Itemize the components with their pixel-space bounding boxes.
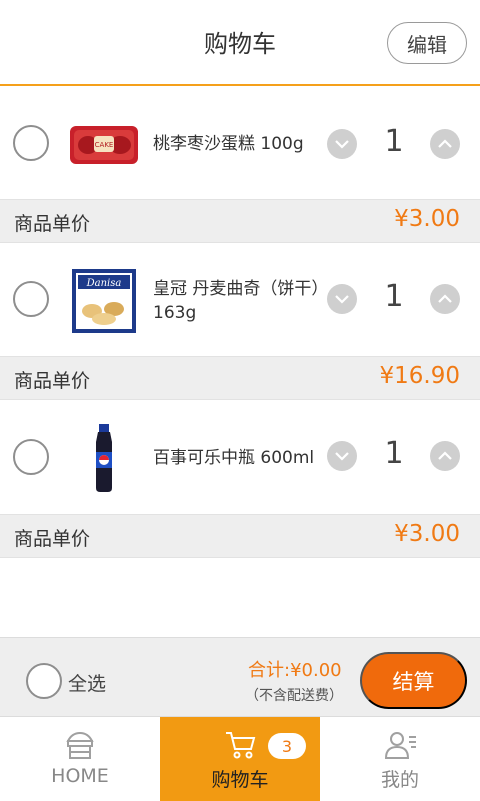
chevron-up-icon [438,451,452,460]
increase-quantity-button[interactable] [430,441,460,471]
decrease-quantity-button[interactable] [327,129,357,159]
tab-home-label: HOME [51,765,109,787]
danisa-cookie-tin-image: Danisa [68,265,140,337]
cart-item: 百事可乐中瓶 600ml 1 [0,400,480,512]
cake-product-image: CAKE [68,108,140,180]
quantity-value: 1 [384,124,404,159]
checkout-button[interactable]: 结算 [360,652,467,709]
increase-quantity-button[interactable] [430,284,460,314]
chevron-down-icon [335,140,349,149]
unit-price-value: ¥3.00 [394,206,460,232]
decrease-quantity-button[interactable] [327,284,357,314]
select-all-radio[interactable] [26,663,62,699]
unit-price-value: ¥16.90 [379,363,460,389]
item-select-radio[interactable] [13,125,49,161]
chevron-up-icon [438,139,452,148]
tab-profile-label: 我的 [380,769,419,791]
item-select-radio[interactable] [13,439,49,475]
unit-price-value: ¥3.00 [394,521,460,547]
bottom-tab-bar: HOME 3 购物车 我的 [0,716,480,801]
cake-logo-text: CAKE [95,141,114,149]
app-header: 购物车 编辑 [0,0,480,86]
checkout-bar: 全选 合计:¥0.00 （不含配送费） 结算 [0,637,480,716]
unit-price-row: 商品单价 ¥16.90 [0,356,480,400]
store-icon [66,731,94,759]
total-amount: 合计:¥0.00 [248,660,342,681]
tab-profile[interactable]: 我的 [320,717,480,801]
unit-price-row: 商品单价 ¥3.00 [0,199,480,243]
unit-price-label: 商品单价 [14,528,91,550]
quantity-value: 1 [384,436,404,471]
quantity-value: 1 [384,279,404,314]
tab-cart-label: 购物车 [211,769,269,791]
item-select-radio[interactable] [13,281,49,317]
chevron-up-icon [438,294,452,303]
chevron-down-icon [335,452,349,461]
cart-item: Danisa 皇冠 丹麦曲奇（饼干）163g 1 [0,243,480,355]
decrease-quantity-button[interactable] [327,441,357,471]
chevron-down-icon [335,295,349,304]
tab-cart[interactable]: 3 购物车 [160,717,320,801]
unit-price-label: 商品单价 [14,370,91,392]
product-name: 皇冠 丹麦曲奇（饼干）163g [153,279,320,323]
unit-price-label: 商品单价 [14,213,91,235]
danisa-logo-text: Danisa [86,278,122,289]
cart-count-badge: 3 [268,733,306,759]
product-name: 百事可乐中瓶 600ml [153,448,315,468]
tab-home[interactable]: HOME [0,717,160,801]
edit-button[interactable]: 编辑 [387,22,467,64]
pepsi-bottle-image [68,422,140,494]
select-all-label[interactable]: 全选 [68,669,106,696]
delivery-fee-note: （不含配送费） [245,688,343,704]
cart-icon [226,732,256,759]
unit-price-row: 商品单价 ¥3.00 [0,514,480,558]
profile-icon [384,732,416,759]
cart-item: CAKE 桃李枣沙蛋糕 100g 1 [0,88,480,200]
product-name: 桃李枣沙蛋糕 100g [153,134,304,154]
increase-quantity-button[interactable] [430,129,460,159]
